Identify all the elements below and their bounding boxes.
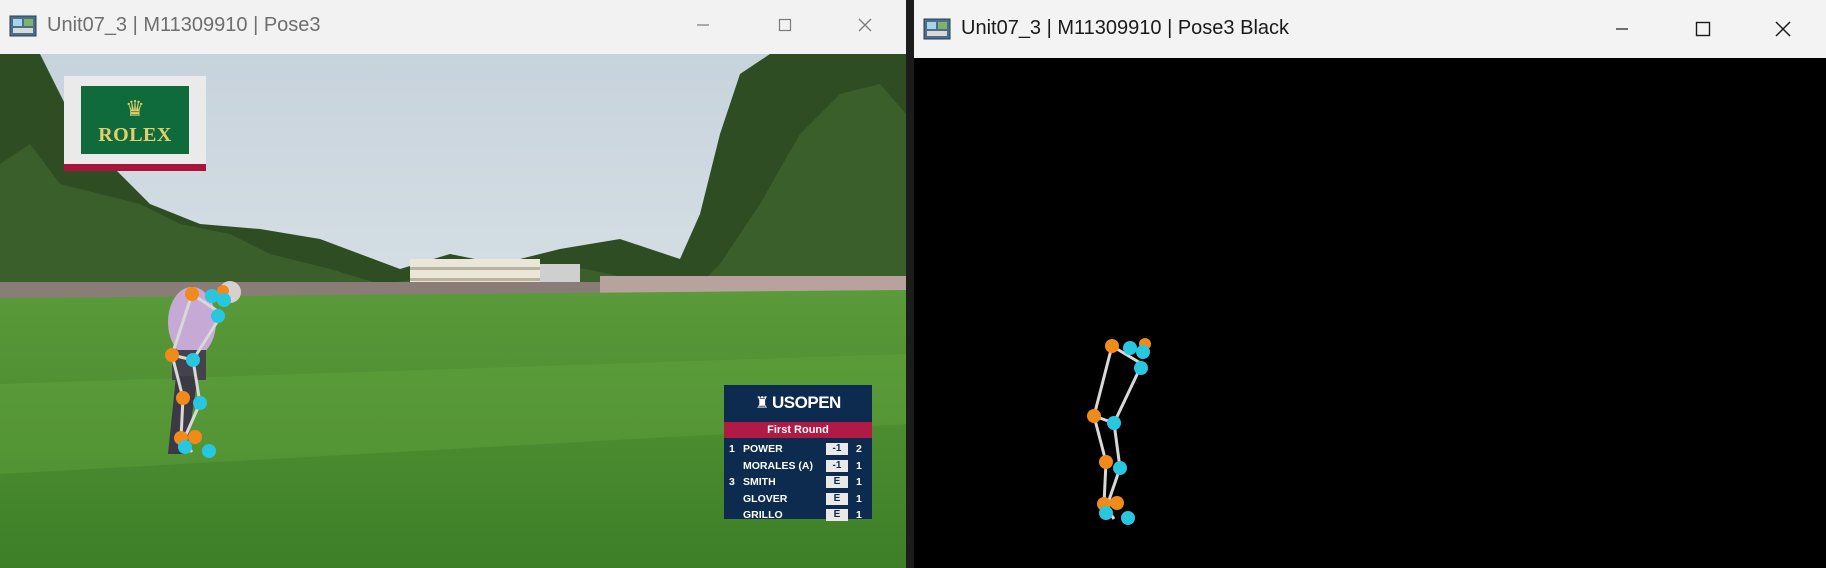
leaderboard-row: GLOVER E 1: [743, 492, 862, 505]
maximize-icon: [778, 18, 792, 32]
title-bar[interactable]: Unit07_3 | M11309910 | Pose3: [0, 0, 906, 54]
leaderboard-row: GRILLO E 1: [743, 509, 862, 521]
maximize-icon: [1695, 21, 1711, 37]
leaderboard-row: 1 POWER -1 2: [729, 443, 862, 455]
crown-icon: ♛: [125, 96, 145, 121]
window-title: Unit07_3 | M11309910 | Pose3: [47, 14, 321, 36]
app-icon: [9, 14, 37, 38]
round-label: First Round: [724, 422, 872, 438]
maximize-button[interactable]: [1680, 9, 1726, 49]
close-button[interactable]: [842, 5, 888, 45]
window-title: Unit07_3 | M11309910 | Pose3 Black: [961, 17, 1290, 39]
pose-render: [914, 58, 1826, 568]
close-button[interactable]: [1760, 9, 1806, 49]
leaderboard-row: 3 SMITH E 1: [729, 476, 862, 488]
leaderboard-logo: ♜ USOPEN: [755, 393, 841, 412]
black-pose-canvas: [914, 58, 1826, 568]
minimize-button[interactable]: [1599, 9, 1645, 49]
app-icon: [923, 17, 951, 41]
pose-black-window[interactable]: Unit07_3 | M11309910 | Pose3 Black: [914, 0, 1826, 568]
trophy-icon: ♜: [755, 395, 770, 412]
leaderboard-row: MORALES (A) -1 1: [743, 459, 862, 472]
maximize-button[interactable]: [762, 5, 808, 45]
title-bar[interactable]: Unit07_3 | M11309910 | Pose3 Black: [914, 0, 1826, 58]
sponsor-logo-text: ROLEX: [98, 124, 172, 146]
minimize-button[interactable]: [680, 5, 726, 45]
sponsor-logo: ♛ ROLEX: [64, 76, 206, 171]
video-frame: ♛ ROLEX ♜ USOPEN First Round 1 POWER -1 …: [0, 54, 906, 568]
minimize-icon: [697, 24, 709, 26]
close-icon: [1775, 21, 1791, 37]
minimize-icon: [1616, 28, 1628, 30]
close-icon: [858, 18, 872, 32]
pose-video-window[interactable]: Unit07_3 | M11309910 | Pose3 ♛ ROLEX ♜ U…: [0, 0, 906, 568]
leaderboard-overlay: ♜ USOPEN First Round 1 POWER -1 2 MORALE…: [724, 385, 872, 521]
